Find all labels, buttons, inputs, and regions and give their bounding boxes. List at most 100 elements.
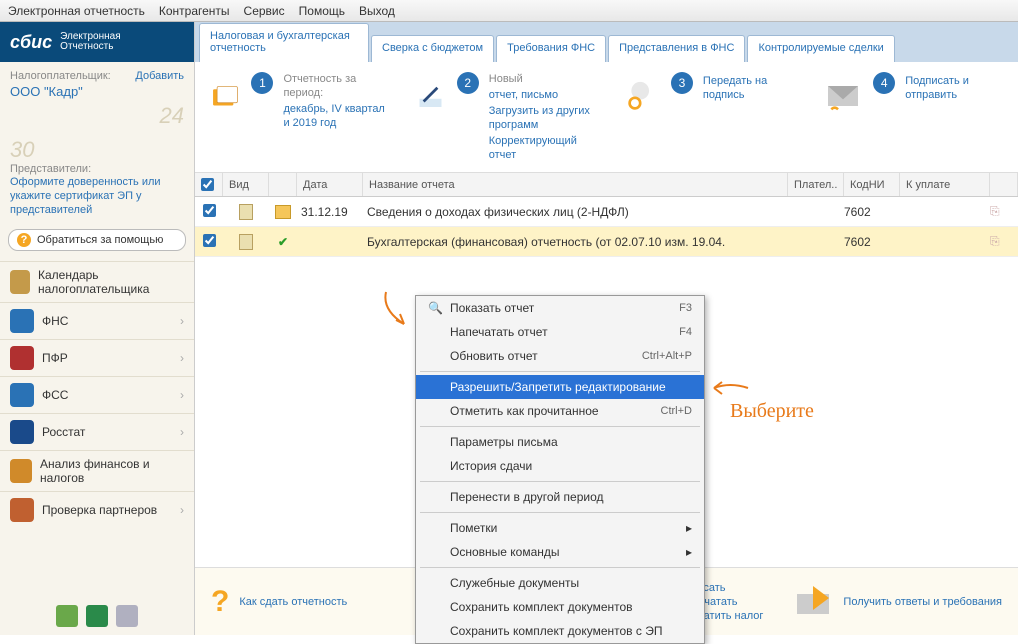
sidebar-item[interactable]: Анализ финансов и налогов <box>0 450 194 491</box>
nav-icon <box>10 459 32 483</box>
col-kodni[interactable]: КодНИ <box>844 173 900 196</box>
nav-label: ПФР <box>42 351 68 365</box>
step-new-report: 2 Новый отчет, письмо Загрузить из други… <box>414 72 595 162</box>
menu-item-label: Параметры письма <box>450 435 558 449</box>
chevron-right-icon: › <box>180 351 184 365</box>
context-menu-item[interactable]: Отметить как прочитанноеCtrl+D <box>416 399 704 423</box>
cell-name: Сведения о доходах физических лиц (2-НДФ… <box>363 205 788 219</box>
logo-brand: сбис <box>10 32 52 53</box>
context-menu-item[interactable]: История сдачи <box>416 454 704 478</box>
sidebar-item[interactable]: ФНС› <box>0 302 194 339</box>
context-menu-item[interactable]: Пометки▸ <box>416 516 704 540</box>
sidebar-item[interactable]: Календарь налогоплательщика <box>0 261 194 302</box>
step-period[interactable]: 1 Отчетность за период: декабрь, IV квар… <box>209 72 390 162</box>
menubar[interactable]: Электронная отчетность Контрагенты Серви… <box>0 0 1018 22</box>
context-menu-item[interactable]: Перенести в другой период <box>416 485 704 509</box>
nav-icon <box>10 498 34 522</box>
context-menu-item[interactable]: Служебные документы <box>416 571 704 595</box>
deco-num: 24 <box>160 103 184 129</box>
row-checkbox[interactable] <box>203 234 216 247</box>
tab-controlled-deals[interactable]: Контролируемые сделки <box>747 35 894 62</box>
context-menu-item[interactable]: Разрешить/Запретить редактирование <box>416 375 704 399</box>
chevron-right-icon: › <box>180 425 184 439</box>
context-menu-item[interactable]: Сохранить комплект документов с ЭП <box>416 619 704 643</box>
period-link[interactable]: декабрь, IV квартал и 2019 год <box>283 102 389 130</box>
taxpayer-org[interactable]: ООО "Кадр" <box>10 84 184 99</box>
select-all-checkbox[interactable] <box>201 178 214 191</box>
document-icon <box>239 204 253 220</box>
menu-item[interactable]: Выход <box>359 4 395 18</box>
calendar-decoration: 24 30 <box>0 103 194 163</box>
sidebar-item[interactable]: Росстат › <box>0 413 194 450</box>
context-menu-item[interactable]: Напечатать отчетF4 <box>416 320 704 344</box>
step-number-badge: 1 <box>251 72 273 94</box>
context-menu[interactable]: 🔍Показать отчетF3Напечатать отчетF4Обнов… <box>415 295 705 644</box>
menu-item-label: Пометки <box>450 521 497 535</box>
menu-item-shortcut: Ctrl+Alt+P <box>642 350 692 362</box>
org-icon <box>86 605 108 627</box>
row-checkbox[interactable] <box>203 204 216 217</box>
cell-date: 31.12.19 <box>297 205 363 219</box>
logo-sub: ЭлектроннаяОтчетность <box>60 32 120 52</box>
menu-item-shortcut: Ctrl+D <box>661 405 692 417</box>
nav-icon <box>10 270 30 294</box>
cell-name: Бухгалтерская (финансовая) отчетность (о… <box>363 235 788 249</box>
envelope-icon <box>823 72 863 120</box>
menu-item-label: Разрешить/Запретить редактирование <box>450 380 666 394</box>
col-to-pay[interactable]: К уплате <box>900 173 990 196</box>
howto-label: Как сдать отчетность <box>239 596 347 608</box>
menu-item-label: Сохранить комплект документов с ЭП <box>450 624 662 638</box>
new-report-link[interactable]: отчет, письмо <box>489 88 595 102</box>
tab-budget-reconcile[interactable]: Сверка с бюджетом <box>371 35 494 62</box>
magnifier-icon: 🔍 <box>428 301 442 315</box>
tab-fns-requirements[interactable]: Требования ФНС <box>496 35 606 62</box>
step-number-badge: 2 <box>457 72 479 94</box>
col-name[interactable]: Название отчета <box>363 173 788 196</box>
checkmark-icon: ✔ <box>278 235 288 249</box>
tab-fns-submissions[interactable]: Представления в ФНС <box>608 35 745 62</box>
help-button-label: Обратиться за помощью <box>37 234 163 246</box>
load-from-programs-link[interactable]: Загрузить из других программ <box>489 104 595 132</box>
menu-separator <box>420 567 700 568</box>
sign-and-send-link[interactable]: Подписать и отправить <box>905 74 1004 102</box>
menu-item[interactable]: Электронная отчетность <box>8 4 145 18</box>
context-menu-item[interactable]: Сохранить комплект документов <box>416 595 704 619</box>
row-action-icon[interactable]: ⎘ <box>990 234 1018 249</box>
row-action-icon[interactable]: ⎘ <box>990 204 1018 219</box>
context-menu-item[interactable]: Параметры письма <box>416 430 704 454</box>
menu-separator <box>420 371 700 372</box>
menu-item[interactable]: Сервис <box>244 4 285 18</box>
add-taxpayer-link[interactable]: Добавить <box>135 70 184 82</box>
context-menu-item[interactable]: Основные команды▸ <box>416 540 704 564</box>
grid-header: Вид Дата Название отчета Плател.. КодНИ … <box>195 173 1018 197</box>
col-kind[interactable]: Вид <box>223 173 269 196</box>
table-row[interactable]: ✔ Бухгалтерская (финансовая) отчетность … <box>195 227 1018 257</box>
help-button[interactable]: ? Обратиться за помощью <box>8 229 186 251</box>
nav-label: Росстат <box>42 425 85 439</box>
nav-label: Проверка партнеров <box>42 503 157 517</box>
sidebar: сбис ЭлектроннаяОтчетность Налогоплатель… <box>0 22 195 635</box>
context-menu-item[interactable]: Обновить отчетCtrl+Alt+P <box>416 344 704 368</box>
menu-item-shortcut: F4 <box>679 326 692 338</box>
col-payer[interactable]: Плател.. <box>788 173 844 196</box>
sidebar-item[interactable]: ФСС› <box>0 376 194 413</box>
menu-separator <box>420 512 700 513</box>
menu-item[interactable]: Контрагенты <box>159 4 230 18</box>
sidebar-item[interactable]: Проверка партнеров› <box>0 491 194 528</box>
nav-icon <box>10 383 34 407</box>
table-row[interactable]: 31.12.19 Сведения о доходах физических л… <box>195 197 1018 227</box>
representatives-link[interactable]: Оформите доверенность или укажите сертиф… <box>10 175 184 217</box>
step-sign-send[interactable]: 4 Подписать и отправить <box>823 72 1004 162</box>
sidebar-item[interactable]: ПФР › <box>0 339 194 376</box>
tab-tax-accounting[interactable]: Налоговая и бухгалтерская отчетность <box>199 23 369 62</box>
howto-link[interactable]: ? Как сдать отчетность <box>211 585 347 619</box>
correcting-report-link[interactable]: Корректирующий отчет <box>489 134 595 162</box>
context-menu-item[interactable]: 🔍Показать отчетF3 <box>416 296 704 320</box>
get-answers[interactable]: Получить ответы и требования <box>793 582 1002 622</box>
menu-item[interactable]: Помощь <box>299 4 345 18</box>
col-date[interactable]: Дата <box>297 173 363 196</box>
chevron-right-icon: › <box>180 314 184 328</box>
step-send-to-sign[interactable]: 3 Передать на подпись <box>619 72 800 162</box>
send-to-sign-link[interactable]: Передать на подпись <box>703 74 799 102</box>
menu-item-label: Перенести в другой период <box>450 490 604 504</box>
